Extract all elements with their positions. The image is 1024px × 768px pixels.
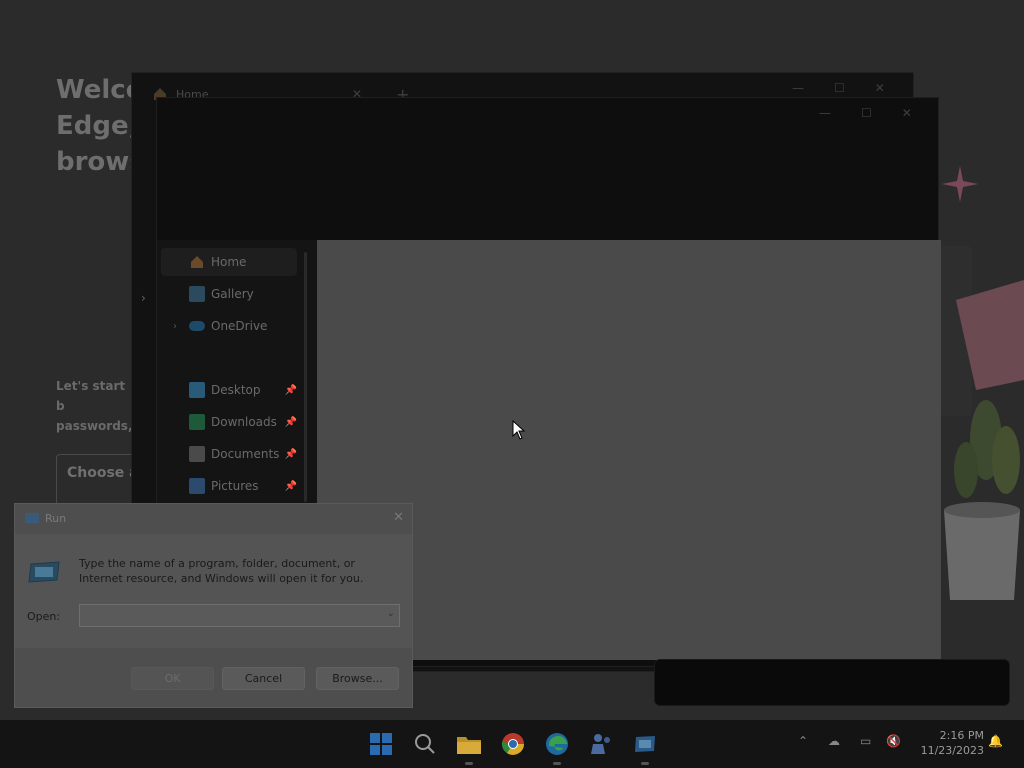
taskbar: ⌃ ☁ ▭ 🔇 2:16 PM 11/23/2023 🔔 [0, 720, 1024, 768]
sparkle-icon [942, 166, 978, 202]
sidebar-item-downloads[interactable]: Downloads 📌 [161, 408, 297, 436]
sidebar-item-label: Documents [211, 447, 280, 461]
start-icon[interactable] [368, 731, 394, 757]
network-icon[interactable]: ▭ [860, 734, 871, 748]
run-titlebar[interactable]: Run ✕ [15, 504, 412, 534]
chevron-right-icon[interactable]: › [141, 291, 146, 305]
run-icon [25, 513, 39, 523]
edge-icon[interactable] [544, 731, 570, 757]
notification-bell-icon[interactable]: 🔔 [988, 734, 1003, 748]
open-combobox[interactable]: ⌄ [79, 604, 400, 627]
window-controls-back: — ☐ ✕ [792, 81, 885, 95]
sidebar-item-gallery[interactable]: Gallery [161, 280, 297, 308]
run-icon[interactable] [632, 731, 658, 757]
run-dialog[interactable]: Run ✕ Type the name of a program, folder… [14, 503, 413, 708]
close-button[interactable]: ✕ [875, 81, 885, 95]
sidebar-item-label: Desktop [211, 383, 261, 397]
sidebar-item-pictures[interactable]: Pictures 📌 [161, 472, 297, 500]
browse-button[interactable]: Browse... [316, 667, 399, 690]
maximize-button[interactable]: ☐ [834, 81, 845, 95]
gallery-icon [189, 286, 205, 302]
chevron-right-icon[interactable]: › [173, 321, 177, 332]
file-explorer-icon[interactable] [456, 731, 482, 757]
search-icon[interactable] [412, 731, 438, 757]
cancel-button[interactable]: Cancel [222, 667, 305, 690]
run-body: Type the name of a program, folder, docu… [15, 534, 412, 648]
home-icon [191, 256, 203, 268]
sidebar-item-label: Downloads [211, 415, 277, 429]
sidebar-item-label: Home [211, 255, 247, 269]
edge-welcome-subtitle: Let's start b passwords, [56, 379, 132, 433]
open-label: Open: [27, 610, 61, 623]
onedrive-icon [189, 321, 205, 331]
clock[interactable]: 2:16 PM 11/23/2023 [912, 728, 984, 758]
close-button[interactable]: ✕ [902, 106, 912, 120]
minimize-button[interactable]: — [819, 106, 831, 120]
maximize-button[interactable]: ☐ [861, 106, 872, 120]
chevron-down-icon[interactable]: ⌄ [387, 608, 395, 619]
pin-icon: 📌 [284, 480, 297, 492]
active-indicator [553, 762, 561, 765]
onedrive-offline-icon[interactable]: ☁ [828, 734, 840, 748]
notification-panel [654, 659, 1010, 706]
sidebar-item-label: Pictures [211, 479, 259, 493]
run-title: Run [45, 512, 67, 525]
navigation-scrollbar[interactable] [304, 252, 307, 502]
volume-muted-icon[interactable]: 🔇 [886, 734, 901, 748]
sidebar-item-documents[interactable]: Documents 📌 [161, 440, 297, 468]
chrome-icon[interactable] [500, 731, 526, 757]
sidebar-item-label: OneDrive [211, 319, 268, 333]
pictures-icon [189, 478, 205, 494]
active-indicator [465, 762, 473, 765]
mouse-cursor-icon [512, 420, 526, 440]
minimize-button[interactable]: — [792, 81, 804, 95]
sidebar-item-onedrive[interactable]: › OneDrive [161, 312, 297, 340]
downloads-icon [189, 414, 205, 430]
documents-icon [189, 446, 205, 462]
pin-icon: 📌 [284, 416, 297, 428]
edge-choose-label: Choose a [67, 465, 139, 481]
window-controls-front: — ☐ ✕ [819, 106, 912, 120]
run-description: Type the name of a program, folder, docu… [79, 557, 364, 585]
plant-illustration [940, 246, 1024, 600]
desktop-icon [189, 382, 205, 398]
run-program-icon [28, 561, 60, 583]
clock-date: 11/23/2023 [920, 744, 984, 757]
sidebar-item-home[interactable]: Home [161, 248, 297, 276]
clock-time: 2:16 PM [939, 729, 984, 742]
sidebar-item-desktop[interactable]: Desktop 📌 [161, 376, 297, 404]
pin-icon: 📌 [284, 448, 297, 460]
close-button[interactable]: ✕ [393, 510, 404, 525]
chevron-up-icon[interactable]: ⌃ [798, 734, 808, 748]
teams-icon[interactable] [588, 731, 614, 757]
sidebar-item-label: Gallery [211, 287, 254, 301]
active-indicator [641, 762, 649, 765]
edge-welcome-title: Welco Edge, brows [56, 75, 136, 177]
ok-button[interactable]: OK [131, 667, 214, 690]
pin-icon: 📌 [284, 384, 297, 396]
